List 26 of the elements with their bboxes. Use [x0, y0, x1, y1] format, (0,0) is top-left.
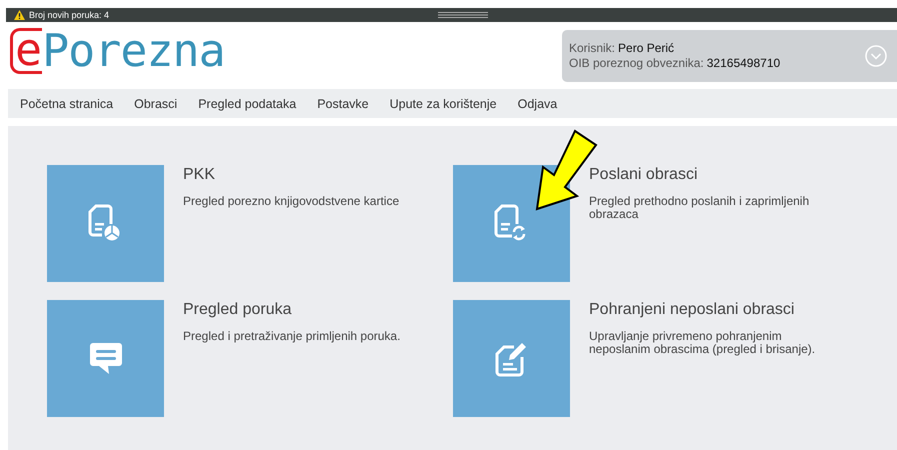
oib-label: OIB poreznog obveznika: — [569, 56, 704, 70]
nav-link[interactable]: Početna stranica — [20, 96, 114, 110]
tile-title[interactable]: Pregled poruka — [183, 301, 438, 319]
tile-description: Pregled i pretraživanje primljenih poruka. — [183, 330, 402, 343]
logo[interactable]: ePorezna — [10, 26, 225, 76]
nav-link[interactable]: Postavke — [317, 96, 369, 110]
tile-title[interactable]: Poslani obrasci — [589, 166, 844, 184]
tile-button[interactable] — [47, 165, 164, 282]
oib-number: 32165498710 — [706, 56, 780, 70]
warning-icon — [14, 10, 25, 20]
user-label: Korisnik: — [569, 41, 616, 55]
drag-handle-icon[interactable] — [438, 12, 488, 18]
tile-description: Upravljanje privremeno pohranjenim neposlanim obrascima (pregled i brisanje). — [589, 330, 816, 356]
tile-button[interactable] — [47, 300, 164, 417]
nav-link[interactable]: Obrasci — [134, 96, 178, 110]
tile-description: Pregled porezno knjigovodstvene kartice — [183, 195, 400, 208]
nav-link[interactable]: Upute za korištenje — [390, 96, 497, 110]
dropdown-icon[interactable] — [865, 45, 887, 67]
user-name: Pero Perić — [618, 41, 674, 55]
notice-text: Broj novih poruka: 4 — [29, 10, 110, 20]
nav-link[interactable]: Odjava — [518, 96, 558, 110]
nav-link[interactable]: Pregled podataka — [198, 96, 296, 110]
tile-description: Pregled prethodno poslanih i zaprimljenih obrazaca — [589, 195, 810, 221]
tile-button[interactable] — [453, 300, 570, 417]
tile-title[interactable]: PKK — [183, 166, 438, 184]
tile-title[interactable]: Pohranjeni neposlani obrasci — [589, 301, 844, 319]
